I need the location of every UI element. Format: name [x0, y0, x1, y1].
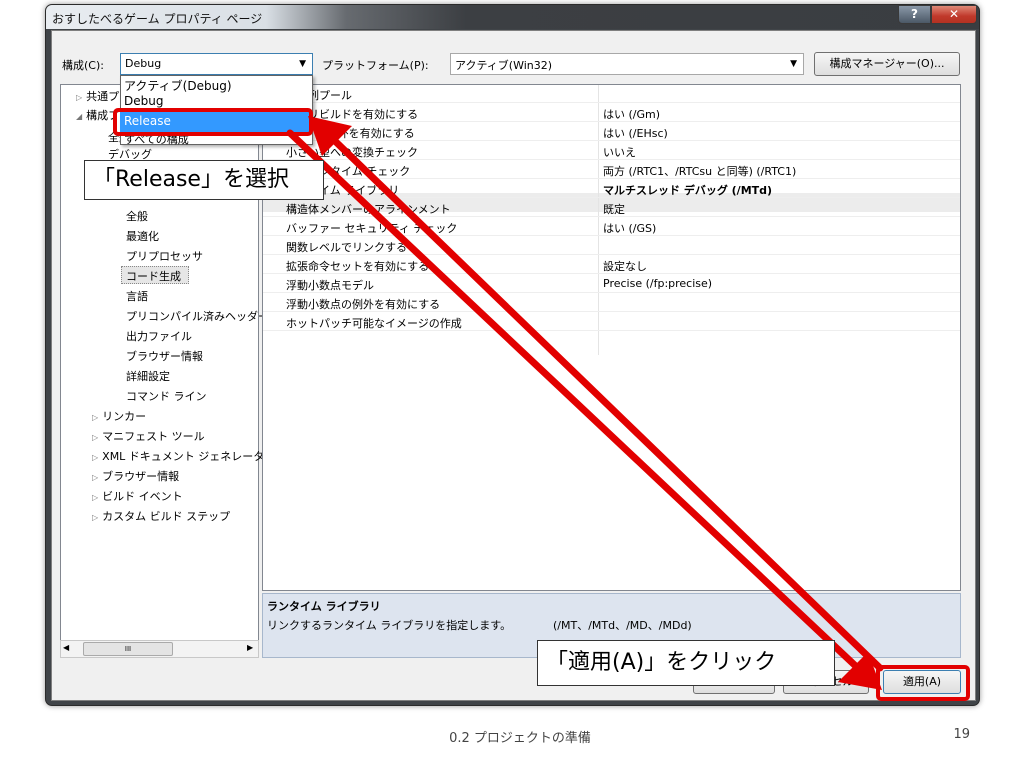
apply-callout: 「適用(A)」をクリック [537, 640, 835, 686]
page-number: 19 [953, 727, 970, 742]
apply-highlight-box [876, 665, 970, 701]
release-highlight-box [113, 108, 313, 136]
footer-title: 0.2 プロジェクトの準備 [449, 731, 591, 746]
arrow-to-release [308, 116, 884, 672]
release-callout: 「Release」を選択 [84, 160, 324, 200]
arrow-to-apply [286, 129, 882, 690]
